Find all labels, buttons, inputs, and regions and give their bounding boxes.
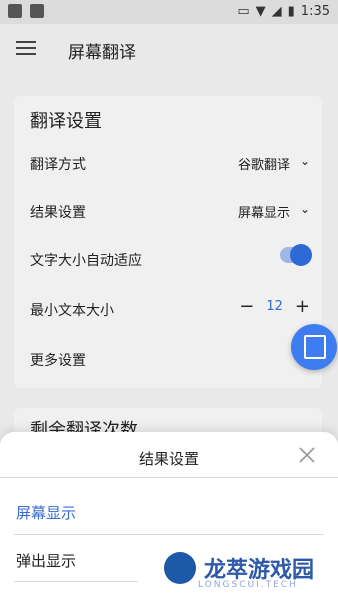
row-auto-fit: 文字大小自动适应: [30, 244, 312, 274]
translate-fab-button[interactable]: [291, 324, 337, 370]
divider: [14, 581, 138, 582]
battery-icon: ▮: [287, 4, 295, 19]
signal-icon: ◢: [271, 4, 282, 19]
row-value: 谷歌翻译: [237, 158, 290, 173]
row-label: 更多设置: [30, 353, 86, 369]
row-translate-method[interactable]: 翻译方式 谷歌翻译 ⌄: [30, 148, 310, 178]
wifi-icon: ▼: [255, 4, 266, 19]
translate-icon: [304, 335, 326, 359]
row-label: 文字大小自动适应: [30, 253, 142, 269]
row-result-setting[interactable]: 结果设置 屏幕显示 ⌄: [30, 196, 310, 226]
divider: [0, 477, 338, 478]
app-bar: 屏幕翻译: [0, 24, 338, 76]
chevron-down-icon[interactable]: ⌄: [300, 202, 310, 216]
status-time: 1:35: [300, 4, 330, 19]
row-label: 结果设置: [30, 205, 86, 221]
row-label: 最小文本大小: [30, 303, 114, 319]
row-more-settings[interactable]: 更多设置: [30, 344, 310, 374]
option-popup-display[interactable]: 弹出显示: [16, 550, 76, 571]
watermark: 龙萃游戏园 LONGSCUI.TECH: [164, 552, 314, 590]
chevron-down-icon[interactable]: ⌄: [300, 154, 310, 168]
menu-icon[interactable]: [16, 41, 36, 55]
auto-fit-toggle[interactable]: [280, 244, 312, 266]
section-header: 翻译设置: [30, 111, 102, 132]
status-bar: ▭ ▼ ◢ ▮ 1:35: [0, 0, 338, 24]
cast-icon: ▭: [237, 4, 250, 19]
row-label: 翻译方式: [30, 157, 86, 173]
divider: [14, 534, 324, 535]
page-title: 屏幕翻译: [68, 43, 136, 63]
watermark-logo: [164, 552, 196, 584]
sheet-title: 结果设置: [138, 450, 199, 468]
close-icon[interactable]: [298, 446, 316, 464]
watermark-sub: LONGSCUI.TECH: [198, 580, 298, 590]
row-min-text-size: 最小文本大小 − 12 +: [30, 294, 310, 324]
stepper-value: 12: [266, 299, 283, 314]
option-screen-display[interactable]: 屏幕显示: [16, 502, 76, 523]
minus-icon[interactable]: −: [239, 296, 254, 317]
image-icon: [30, 4, 44, 18]
notification-icon: [8, 4, 22, 18]
plus-icon[interactable]: +: [295, 296, 310, 317]
text-size-stepper[interactable]: − 12 +: [239, 296, 310, 317]
row-value: 屏幕显示: [237, 206, 290, 221]
translate-settings-card: 翻译设置 翻译方式 谷歌翻译 ⌄ 结果设置 屏幕显示 ⌄ 文字大小自动适应 最小…: [14, 96, 322, 388]
